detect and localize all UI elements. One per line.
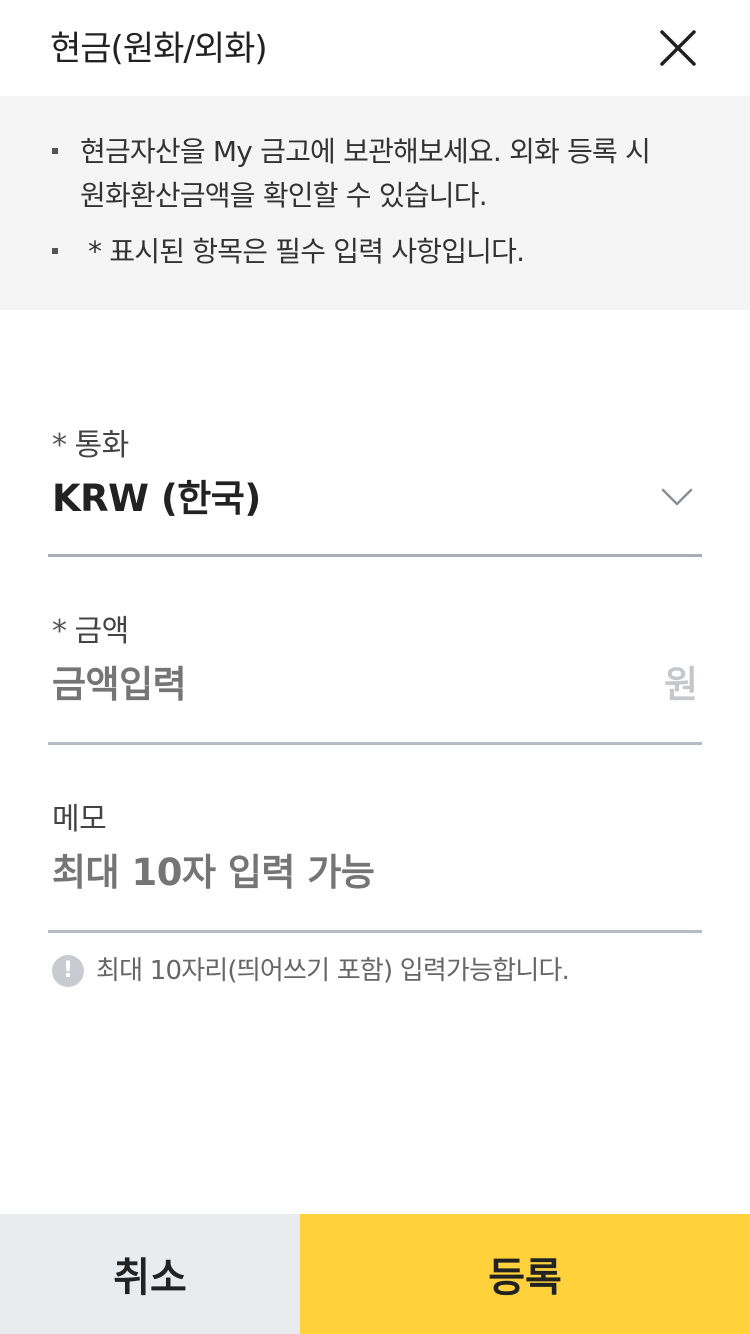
currency-select[interactable]: * 통화 KRW (한국) <box>48 426 702 558</box>
header: 현금(원화/외화) <box>0 0 750 96</box>
bullet-icon <box>52 148 58 154</box>
cancel-button[interactable]: 취소 <box>0 1214 300 1334</box>
page-title: 현금(원화/외화) <box>50 29 268 69</box>
currency-label: * 통화 <box>52 426 129 466</box>
currency-value: KRW (한국) <box>52 477 261 520</box>
chevron-down-icon <box>661 488 693 506</box>
submit-button[interactable]: 등록 <box>300 1214 750 1334</box>
exclamation-icon: ! <box>52 955 84 987</box>
notice-text: 현금자산을 My 금고에 보관해보세요. 외화 등록 시 원화환산금액을 확인할… <box>80 135 651 212</box>
required-mark: * <box>52 428 67 463</box>
currency-underline <box>48 554 702 557</box>
amount-field: *금액 원 <box>48 612 702 746</box>
amount-underline <box>48 742 702 745</box>
notice-text: * 표시된 항목은 필수 입력 사항입니다. <box>88 235 525 268</box>
memo-label: 메모 <box>52 802 107 837</box>
amount-label-text: 금액 <box>74 614 130 649</box>
required-mark: * <box>52 614 67 649</box>
amount-unit: 원 <box>663 663 698 706</box>
currency-label-text: 통화 <box>74 428 130 463</box>
bullet-icon <box>52 248 58 254</box>
memo-underline <box>48 930 702 933</box>
memo-input[interactable] <box>52 848 632 898</box>
close-icon <box>660 30 696 66</box>
amount-input[interactable] <box>52 660 632 710</box>
notice-box: 현금자산을 My 금고에 보관해보세요. 외화 등록 시 원화환산금액을 확인할… <box>0 96 750 310</box>
memo-field: 메모 <box>48 800 702 934</box>
memo-hint-text: 최대 10자리(띄어쓰기 포함) 입력가능합니다. <box>96 956 570 986</box>
cash-asset-form-page: 현금(원화/외화) 현금자산을 My 금고에 보관해보세요. 외화 등록 시 원… <box>0 0 750 1334</box>
close-button[interactable] <box>656 26 700 70</box>
amount-label: * 금액 <box>52 612 129 652</box>
